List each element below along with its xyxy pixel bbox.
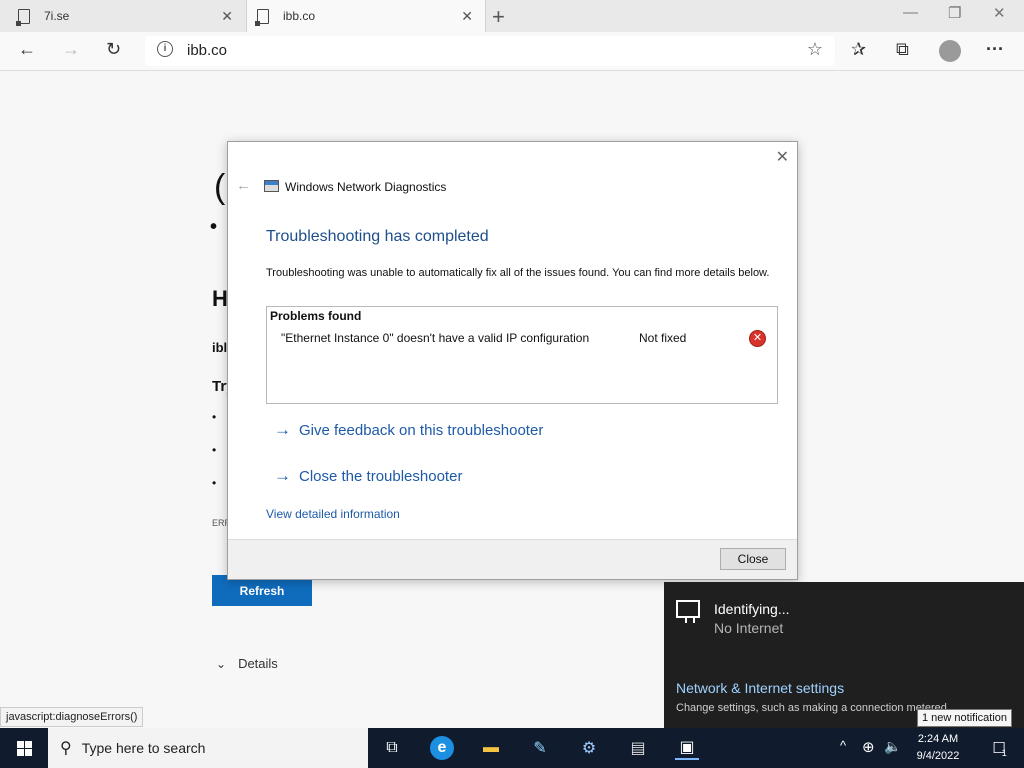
tab-7i-se[interactable]: 7i.se ✕ — [0, 0, 245, 32]
window-close-icon[interactable]: ✕ — [993, 4, 1006, 22]
network-diagnostics-icon — [264, 180, 279, 192]
network-substatus: No Internet — [714, 620, 784, 636]
refresh-icon[interactable]: ↻ — [106, 39, 121, 60]
favorites-icon[interactable]: ✰ — [851, 39, 866, 60]
tab-title: 7i.se — [44, 9, 70, 23]
tab-ibb-co[interactable]: ibb.co ✕ — [246, 0, 486, 32]
link-label: Give feedback on this troubleshooter — [299, 421, 544, 439]
browser-toolbar: ← → ↻ i ibb.co ☆ ✰ ⧉ ··· — [0, 32, 1024, 71]
restore-icon[interactable]: ❐ — [948, 4, 961, 22]
start-button[interactable] — [0, 728, 48, 768]
forward-icon[interactable]: → — [62, 39, 80, 60]
tray-chevron-icon[interactable]: ^ — [840, 738, 846, 753]
details-label: Details — [238, 656, 278, 671]
arrow-right-icon: → — [274, 420, 291, 439]
page-icon — [16, 8, 30, 26]
settings-icon[interactable]: ⚙ — [577, 736, 601, 760]
windows-logo-icon — [16, 740, 32, 756]
problems-list: Problems found "Ethernet Instance 0" doe… — [266, 306, 778, 404]
problems-header: Problems found — [270, 309, 362, 323]
details-toggle[interactable]: ⌄ Details — [216, 656, 278, 671]
time: 2:24 AM — [917, 733, 959, 745]
page-icon — [255, 8, 269, 26]
date: 9/4/2022 — [916, 750, 960, 762]
close-tab-icon[interactable]: ✕ — [221, 8, 233, 25]
action-center-button[interactable]: ☐ 1 — [975, 728, 1024, 768]
problem-name[interactable]: "Ethernet Instance 0" doesn't have a val… — [281, 331, 589, 345]
status-bar-url: javascript:diagnoseErrors() — [0, 707, 144, 727]
close-tab-icon[interactable]: ✕ — [461, 8, 473, 25]
network-flyout: Identifying... No Internet Network & Int… — [664, 582, 1024, 728]
tab-bar: 7i.se ✕ ibb.co ✕ + — ❐ ✕ — [0, 0, 1024, 32]
view-detailed-information-link[interactable]: View detailed information — [266, 507, 400, 521]
task-view-icon[interactable]: ⧉ — [380, 736, 404, 760]
clock[interactable]: 2:24 AM 9/4/2022 — [905, 731, 971, 765]
network-settings-description: Change settings, such as making a connec… — [676, 702, 950, 714]
paint-icon[interactable]: ✎ — [528, 736, 552, 760]
profile-avatar[interactable] — [939, 40, 961, 62]
info-icon[interactable]: i — [157, 41, 173, 57]
close-troubleshooter-link[interactable]: → Close the troubleshooter — [274, 466, 462, 486]
address-bar[interactable]: i ibb.co ☆ — [145, 36, 835, 66]
collections-icon[interactable]: ⧉ — [896, 39, 909, 60]
bullet: • — [212, 476, 217, 490]
search-icon: ⚲ — [60, 740, 72, 757]
bullet: • — [212, 410, 217, 424]
back-icon[interactable]: ← — [18, 39, 36, 60]
network-diagnostics-taskbar-icon[interactable]: ▣ — [675, 736, 699, 760]
new-tab-button[interactable]: + — [492, 4, 505, 30]
dialog-heading: Troubleshooting has completed — [266, 228, 489, 245]
arrow-right-icon: → — [274, 466, 291, 485]
address-url[interactable]: ibb.co — [187, 42, 227, 59]
give-feedback-link[interactable]: → Give feedback on this troubleshooter — [274, 420, 543, 440]
network-diagnostics-dialog: ✕ ← Windows Network Diagnostics Troubles… — [227, 141, 798, 580]
link-label: Close the troubleshooter — [299, 467, 463, 485]
chevron-down-icon: ⌄ — [216, 656, 227, 671]
file-explorer-icon[interactable]: ▬ — [479, 736, 503, 760]
volume-icon[interactable]: 🔈 — [884, 738, 901, 755]
page-logo-dot: • — [210, 216, 218, 238]
page-heading-fragment: H — [212, 286, 228, 311]
back-arrow-icon[interactable]: ← — [236, 177, 251, 194]
dialog-title: Windows Network Diagnostics — [285, 180, 447, 194]
network-status[interactable]: Identifying... — [714, 601, 790, 617]
more-icon[interactable]: ··· — [986, 39, 1004, 60]
notification-count: 1 — [1001, 748, 1007, 758]
bullet: • — [212, 443, 217, 457]
dialog-description: Troubleshooting was unable to automatica… — [266, 267, 770, 279]
minimize-icon[interactable]: — — [903, 4, 918, 21]
close-button[interactable]: Close — [720, 548, 786, 570]
page-logo-fragment: ( — [214, 168, 226, 206]
problem-status: Not fixed — [639, 331, 687, 345]
star-icon[interactable]: ☆ — [807, 39, 823, 60]
dialog-footer: Close — [228, 539, 797, 579]
taskbar: ⚲ Type here to search ⧉ e ▬ ✎ ⚙ ▤ ▣ ^ ⊕ … — [0, 728, 1024, 768]
edge-icon[interactable]: e — [430, 736, 454, 760]
notification-tooltip: 1 new notification — [917, 709, 1012, 727]
server-manager-icon[interactable]: ▤ — [626, 736, 650, 760]
search-placeholder: Type here to search — [81, 740, 206, 756]
error-icon: ✕ — [749, 330, 766, 347]
page-bold-fragment: ibl — [212, 340, 228, 355]
ethernet-icon — [676, 600, 700, 623]
taskbar-search[interactable]: ⚲ Type here to search — [48, 728, 368, 768]
network-tray-icon[interactable]: ⊕ — [862, 738, 875, 756]
close-icon[interactable]: ✕ — [776, 147, 789, 167]
tab-title: ibb.co — [283, 9, 316, 23]
network-settings-link[interactable]: Network & Internet settings — [676, 680, 844, 696]
